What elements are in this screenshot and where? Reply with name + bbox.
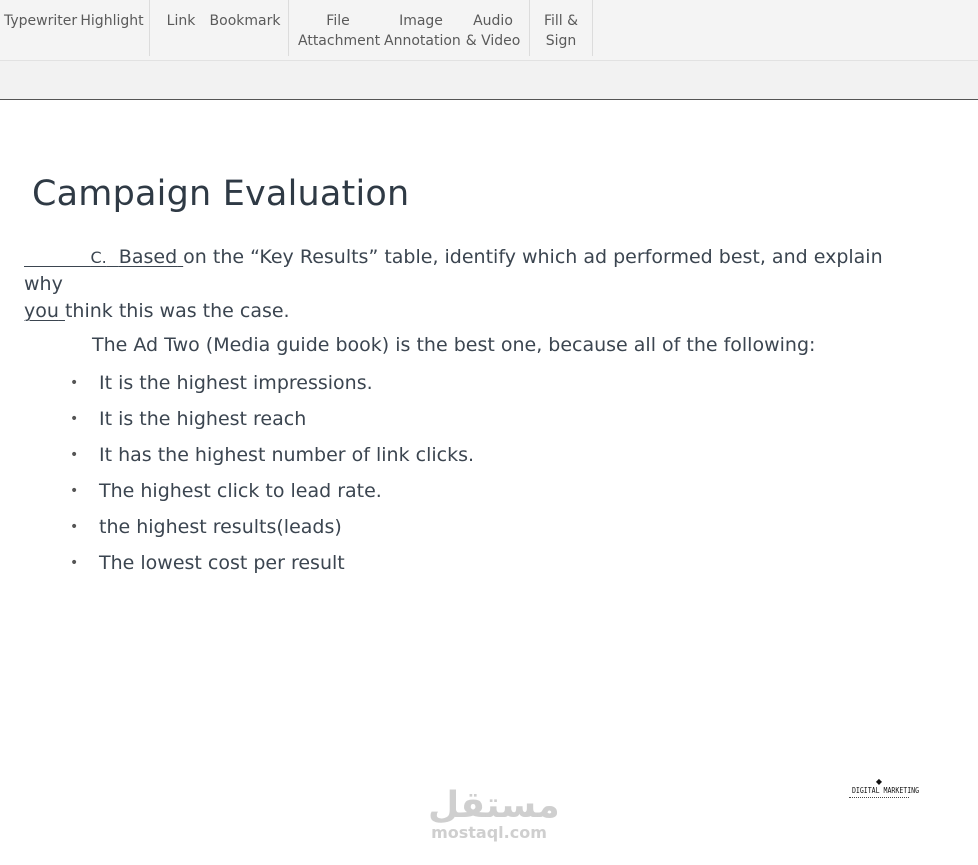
image-annotation-button[interactable]: Image Annotation — [384, 0, 461, 60]
toolbar-separator — [288, 0, 289, 56]
bullet-glyph: • — [70, 519, 79, 535]
watermark-arabic: مستقل — [428, 785, 560, 826]
list-item-text: It has the highest number of link clicks… — [99, 444, 475, 466]
typewriter-label: Typewriter — [4, 13, 78, 29]
fill-sign-button[interactable]: Fill & Sign — [538, 0, 584, 60]
digital-marketing-logo: ◆ DIGITAL MARKETING — [846, 777, 920, 800]
logo-underline — [849, 797, 909, 800]
link-icon — [173, 0, 189, 4]
question-word-based: Based — [118, 246, 178, 268]
question-you-text: you — [24, 300, 59, 322]
audio-video-label-line1: Audio — [473, 13, 513, 29]
highlight-label: Highlight — [80, 13, 144, 29]
link-button[interactable]: Link — [162, 0, 200, 60]
highlight-button[interactable]: Highlight — [80, 0, 144, 60]
list-item-text: The lowest cost per result — [99, 552, 345, 574]
logo-text: DIGITAL MARKETING — [851, 786, 920, 795]
typewriter-button[interactable]: Typewriter — [4, 0, 78, 60]
list-item-text: The highest click to lead rate. — [99, 480, 382, 502]
fill-sign-label-line2: Sign — [545, 33, 577, 49]
mostaql-watermark: مستقل mostaql.com — [428, 785, 560, 842]
bullet-glyph: • — [70, 483, 79, 499]
bullet-glyph: • — [70, 555, 79, 571]
image-annotation-label-line2: Annotation — [384, 33, 461, 49]
watermark-latin: mostaql.com — [431, 823, 547, 842]
logo-mark-icon: ◆ — [875, 777, 883, 786]
secondary-toolbar — [0, 61, 978, 100]
bookmark-icon — [237, 0, 253, 4]
media-icon — [485, 0, 501, 4]
question-letter: C. — [90, 248, 107, 267]
question-text-line2: think this was the case. — [64, 300, 290, 322]
bullet-glyph: • — [70, 447, 79, 463]
pen-icon — [553, 0, 569, 4]
document-page: Campaign Evaluation C. Based on the “Key… — [0, 100, 978, 865]
question-paragraph: C. Based on the “Key Results” table, ide… — [24, 244, 914, 325]
highlight-icon — [104, 0, 120, 4]
audio-video-button[interactable]: Audio & Video — [464, 0, 522, 60]
list-item-text: It is the highest impressions. — [99, 372, 373, 394]
bullet-glyph: • — [70, 411, 79, 427]
bullet-glyph: • — [70, 375, 79, 391]
answer-intro: The Ad Two (Media guide book) is the bes… — [92, 334, 816, 356]
toolbar-separator — [592, 0, 593, 56]
toolbar-separator — [529, 0, 530, 56]
bookmark-label: Bookmark — [209, 13, 281, 29]
image-icon — [413, 0, 429, 4]
audio-video-label-line2: & Video — [465, 33, 521, 49]
list-item-text: It is the highest reach — [99, 408, 307, 430]
bookmark-button[interactable]: Bookmark — [208, 0, 282, 60]
link-label: Link — [166, 13, 196, 29]
file-attachment-button[interactable]: File Attachment — [298, 0, 381, 60]
list-item-text: the highest results(leads) — [99, 516, 342, 538]
image-annotation-label-line1: Image — [399, 13, 443, 29]
document-title: Campaign Evaluation — [32, 174, 410, 214]
question-blank: C. Based — [24, 246, 183, 268]
file-attachment-label-line2: Attachment — [298, 33, 381, 49]
fill-sign-label-line1: Fill & — [543, 13, 579, 29]
file-attachment-label-line1: File — [326, 13, 350, 29]
paperclip-icon — [330, 0, 346, 4]
typewriter-icon — [32, 0, 48, 4]
ribbon-toolbar: Typewriter Highlight Link Bookmark File … — [0, 0, 978, 61]
question-word-you: you — [24, 300, 65, 322]
toolbar-separator — [149, 0, 150, 56]
